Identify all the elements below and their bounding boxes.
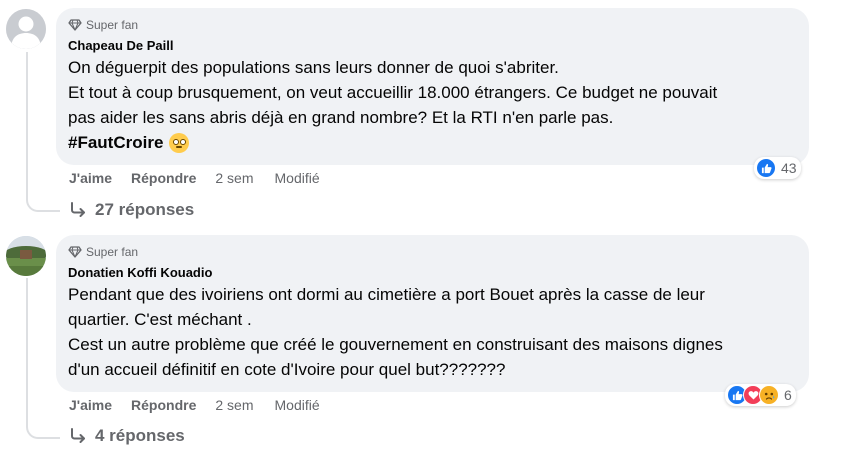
edited-label: Modifié <box>274 170 320 186</box>
reply-button[interactable]: Répondre <box>131 397 196 413</box>
diamond-icon <box>68 246 82 258</box>
view-replies-button[interactable]: 4 réponses <box>69 425 185 447</box>
thread-curve <box>26 196 60 212</box>
timestamp[interactable]: 2 sem <box>215 170 253 186</box>
super-fan-badge[interactable]: Super fan <box>68 16 797 34</box>
diamond-icon <box>68 19 82 31</box>
badge-label: Super fan <box>86 245 139 259</box>
comment-text: Pendant que des ivoiriens ont dormi au c… <box>68 285 723 379</box>
badge-label: Super fan <box>86 18 139 32</box>
author-name[interactable]: Donatien Koffi Kouadio <box>68 264 797 281</box>
super-fan-badge[interactable]: Super fan <box>68 243 797 261</box>
author-name[interactable]: Chapeau De Paill <box>68 37 797 54</box>
face-with-rolling-eyes-icon <box>169 132 190 153</box>
replies-label: 4 réponses <box>95 426 185 445</box>
comment-bubble: Super fan Chapeau De Paill On déguerpit … <box>56 8 809 165</box>
avatar[interactable] <box>6 236 46 276</box>
thread-curve <box>26 423 60 439</box>
reaction-count: 43 <box>781 160 797 176</box>
avatar[interactable] <box>6 9 46 49</box>
hashtag-link[interactable]: #FautCroire <box>68 130 163 155</box>
thread-line <box>26 278 28 423</box>
sad-icon <box>759 385 779 405</box>
reply-arrow-icon <box>71 428 85 443</box>
default-avatar-icon <box>6 9 46 49</box>
view-replies-button[interactable]: 27 réponses <box>69 199 194 221</box>
like-button[interactable]: J'aime <box>69 170 112 186</box>
reply-button[interactable]: Répondre <box>131 170 196 186</box>
reaction-summary[interactable]: 6 <box>725 384 796 406</box>
reaction-summary[interactable]: 43 <box>754 157 801 179</box>
comment-text: On déguerpit des populations sans leurs … <box>68 58 718 127</box>
like-button[interactable]: J'aime <box>69 397 112 413</box>
reply-arrow-icon <box>71 202 85 217</box>
reaction-count: 6 <box>784 387 792 403</box>
thread-line <box>26 52 28 196</box>
comment-bubble: Super fan Donatien Koffi Kouadio Pendant… <box>56 235 809 392</box>
like-icon <box>756 158 776 178</box>
replies-label: 27 réponses <box>95 200 195 219</box>
edited-label: Modifié <box>274 397 320 413</box>
timestamp[interactable]: 2 sem <box>215 397 253 413</box>
profile-photo-icon <box>6 236 46 276</box>
